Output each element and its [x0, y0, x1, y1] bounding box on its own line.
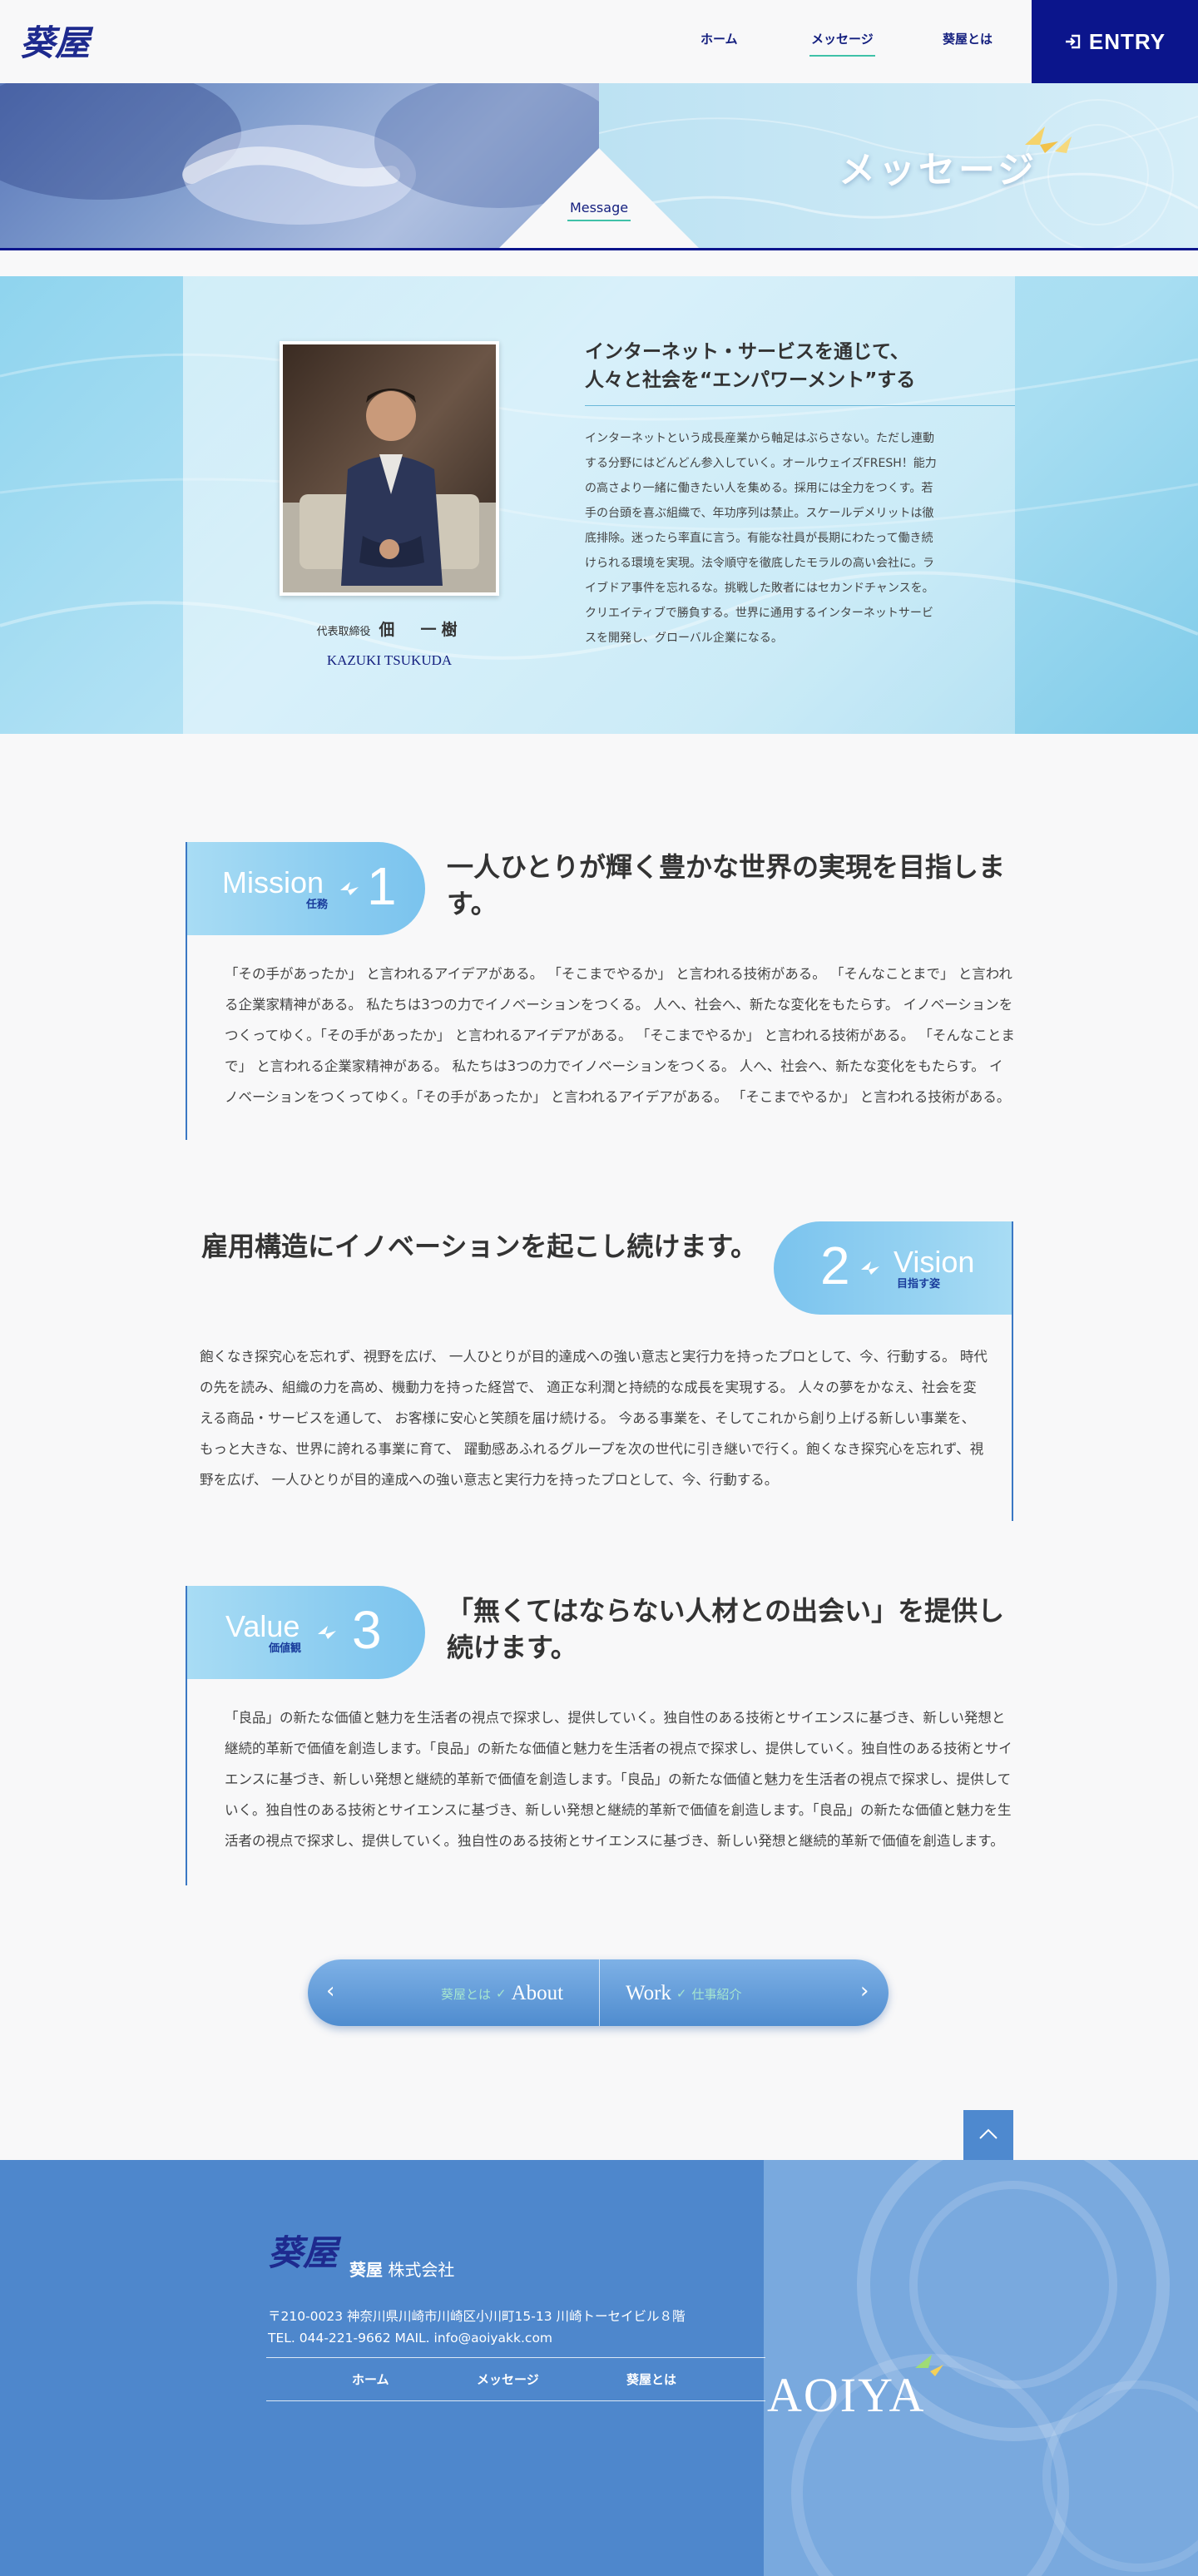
- login-icon: [1065, 34, 1081, 49]
- vision-sub: 目指す姿: [897, 1278, 941, 1290]
- bird-icon: [340, 882, 359, 895]
- ceo-divider: [585, 405, 1015, 406]
- page-navigation: [308, 1959, 889, 2026]
- footer-contact: TEL. 044-221-9662 MAIL. info@aoiyakk.com: [268, 2331, 553, 2346]
- vision-title: 雇用構造にイノベーションを起こし続けます。: [201, 1231, 758, 1262]
- ceo-title-line: 代表取締役佃 一樹: [280, 617, 499, 640]
- footer-nav-about[interactable]: 葵屋とは: [626, 2370, 676, 2388]
- vision-badge: 2 Vision 目指す姿: [774, 1221, 1012, 1315]
- next-page-en: Work: [626, 1982, 671, 2004]
- entry-label: ENTRY: [1088, 28, 1166, 54]
- chevron-right-icon[interactable]: ›: [860, 1979, 869, 2004]
- ceo-role: 代表取締役: [316, 626, 371, 638]
- ceo-name-en: KAZUKI TSUKUDA: [326, 652, 453, 668]
- ceo-headline-line-1: インターネット・サービスを通じて、: [585, 341, 909, 363]
- nav-message[interactable]: メッセージ: [809, 30, 875, 63]
- entry-button[interactable]: ENTRY: [1032, 0, 1198, 83]
- ceo-portrait: [280, 341, 499, 596]
- bird-icon: ✓: [496, 1986, 507, 2001]
- pager-divider: [599, 1959, 600, 2026]
- chevron-left-icon[interactable]: ‹: [326, 1979, 334, 2004]
- mission-badge: Mission 任務 1: [187, 842, 425, 935]
- next-page-link[interactable]: Work ✓ 仕事紹介: [626, 1980, 742, 2007]
- footer-logo[interactable]: 葵屋: [266, 2222, 343, 2288]
- back-to-top-button[interactable]: [963, 2110, 1013, 2160]
- footer-address: 〒210-0023 神奈川県川崎市川崎区小川町15-13 川崎トーセイビル８階: [268, 2309, 686, 2324]
- ceo-message-body: インターネットという成長産業から軸足はぶらさない。ただし連動する分野にはどんどん…: [585, 432, 937, 645]
- value-body: 「良品」の新たな価値と魅力を生活者の視点で探求し、提供していく。独自性のある技術…: [225, 1710, 1012, 1849]
- page-title: メッセージ: [839, 149, 1038, 191]
- value-number: 3: [352, 1600, 382, 1660]
- value-badge: Value 価値観 3: [187, 1586, 425, 1679]
- footer-divider-top: [266, 2357, 765, 2358]
- bird-icon: [861, 1261, 879, 1275]
- hero-divider: [0, 248, 1198, 250]
- next-page-jp: 仕事紹介: [691, 1986, 742, 2002]
- mission-number: 1: [367, 856, 397, 916]
- site-header: 葵屋 ホーム メッセージ 葵屋とは ENTRY: [0, 0, 1198, 83]
- value-title: 「無くてはならない人材との出会い」を提供し続けます。: [447, 1595, 1005, 1663]
- footer-company-suffix: 株式会社: [388, 2260, 455, 2280]
- footer-company: 葵屋 株式会社: [349, 2256, 454, 2281]
- vision-body: 飽くなき探究心を忘れず、視野を広げ、 一人ひとりが目的達成への強い意志と実行力を…: [200, 1349, 988, 1488]
- logo-text: 葵屋: [20, 22, 94, 63]
- footer-nav-home[interactable]: ホーム: [352, 2370, 389, 2388]
- nav-about[interactable]: 葵屋とは: [943, 30, 993, 63]
- nav-home[interactable]: ホーム: [700, 30, 738, 63]
- mission-body: 「その手があったか」 と言われるアイデアがある。 「そこまでやるか」 と言われる…: [225, 966, 1015, 1105]
- ceo-headline: インターネット・サービスを通じて、 人々と社会を“エンパワーメント”する: [585, 338, 1017, 394]
- bird-icon: [318, 1626, 336, 1639]
- vision-number: 2: [820, 1236, 850, 1295]
- mission-title: 一人ひとりが輝く豊かな世界の実現を目指します。: [447, 851, 1006, 919]
- bird-icon: ✓: [676, 1986, 687, 2001]
- hero-tab-label: Message: [564, 200, 634, 221]
- ceo-name: 佃 一樹: [379, 621, 463, 639]
- footer-company-name: 葵屋: [349, 2260, 383, 2280]
- chevron-up-icon: [979, 2128, 998, 2139]
- footer-address-block: 〒210-0023 神奈川県川崎市川崎区小川町15-13 川崎トーセイビル８階 …: [268, 2306, 686, 2349]
- ceo-headline-line-2: 人々と社会を“エンパワーメント”する: [585, 369, 916, 391]
- prev-page-en: About: [511, 1982, 564, 2004]
- footer-nav-message[interactable]: メッセージ: [477, 2370, 539, 2388]
- prev-page-jp: 葵屋とは: [441, 1986, 492, 2002]
- aoiya-brand-mark: AOIYA: [767, 2355, 943, 2422]
- value-sub: 価値観: [269, 1642, 302, 1655]
- brand-mark-text: AOIYA: [767, 2368, 925, 2422]
- footer-logo-text: 葵屋: [268, 2232, 342, 2273]
- footer-divider-bottom: [266, 2400, 765, 2401]
- prev-page-link[interactable]: 葵屋とは ✓ About: [441, 1980, 563, 2007]
- mission-sub: 任務: [306, 899, 329, 911]
- aoiya-logo[interactable]: 葵屋: [18, 13, 98, 72]
- vision-rule: [1012, 1221, 1013, 1521]
